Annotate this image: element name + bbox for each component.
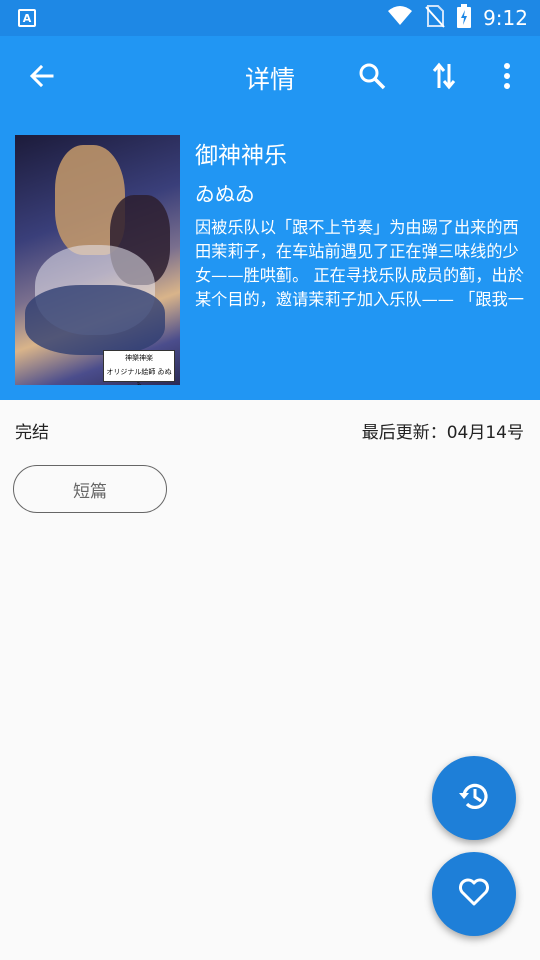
history-icon (456, 778, 492, 818)
cover-label: 神樂神楽 オリジナル絵師 ゐぬゐ (103, 350, 175, 385)
book-cover-image[interactable]: 神樂神楽 オリジナル絵師 ゐぬゐ (15, 135, 180, 385)
back-arrow-icon (28, 62, 56, 94)
book-header: 神樂神楽 オリジナル絵師 ゐぬゐ 御神神乐 ゐぬゐ 因被乐队以「跟不上节奏」为由… (0, 120, 540, 400)
favorite-button[interactable] (432, 852, 516, 936)
app-toolbar: 详情 (0, 36, 540, 120)
completion-status: 完结 (15, 423, 49, 443)
tag-chip[interactable]: 短篇 (13, 465, 167, 513)
book-description[interactable]: 因被乐队以「跟不上节奏」为由踢了出来的西田茉莉子，在车站前遇见了正在弹三味线的少… (195, 216, 525, 312)
more-options-button[interactable] (483, 54, 531, 102)
wifi-icon (387, 5, 413, 31)
more-vert-icon (503, 62, 511, 94)
book-author[interactable]: ゐぬゐ (195, 178, 255, 207)
battery-charging-icon (457, 4, 472, 32)
no-sim-icon (425, 4, 445, 32)
status-bar: A 9:12 (0, 0, 540, 36)
last-update-date: 最后更新：04月14号 (361, 423, 524, 443)
back-button[interactable] (18, 54, 66, 102)
clock-time: 9:12 (483, 6, 528, 30)
favorite-heart-icon (458, 877, 490, 911)
search-icon (358, 62, 386, 94)
history-button[interactable] (432, 756, 516, 840)
status-icons: 9:12 (387, 0, 528, 36)
app-notification-icon: A (18, 9, 36, 27)
book-info-row: 完结 最后更新：04月14号 (0, 400, 540, 458)
book-title: 御神神乐 (195, 143, 287, 169)
sort-button[interactable] (420, 54, 468, 102)
sort-icon (431, 62, 457, 94)
search-button[interactable] (348, 54, 396, 102)
